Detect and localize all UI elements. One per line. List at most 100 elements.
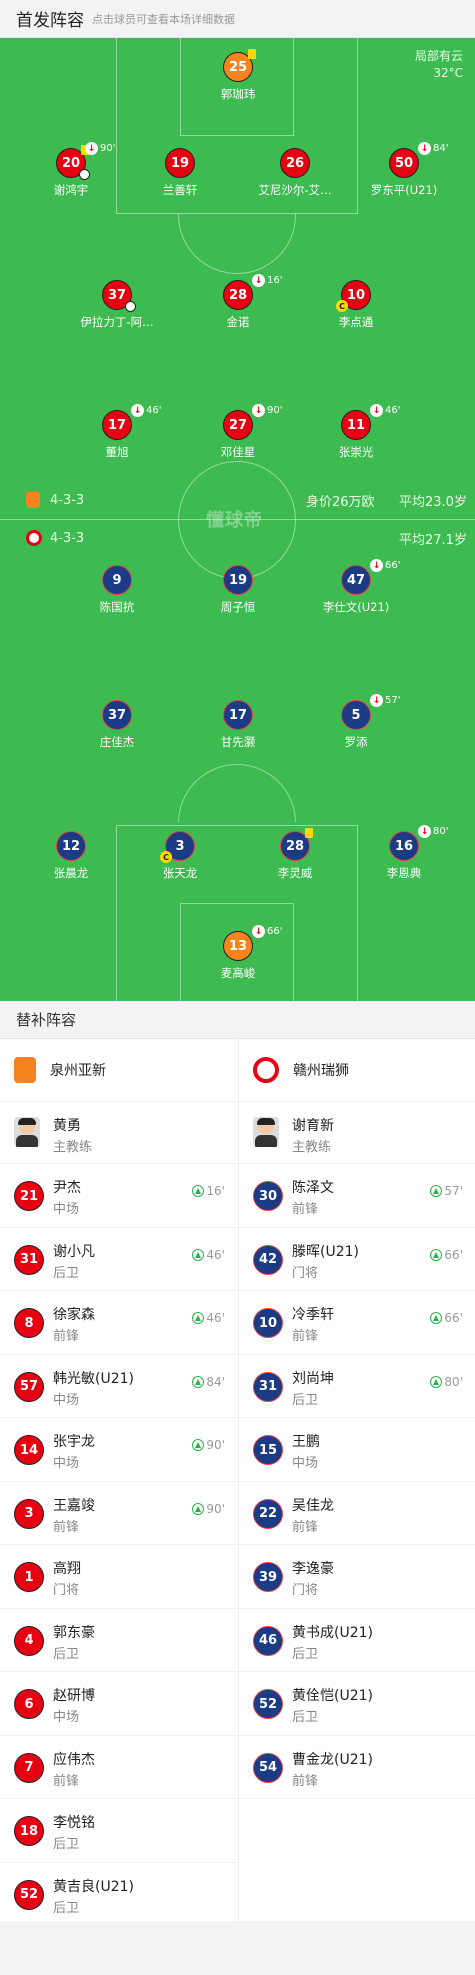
jersey-number: 9 <box>102 565 132 595</box>
sub-in-indicator: 84' <box>192 1375 225 1389</box>
home-bench-player-row[interactable]: 3 王嘉竣 前锋 90' <box>0 1482 237 1545</box>
home-player-4[interactable]: 50 ↓ 84' 罗东平(U21) <box>349 142 459 198</box>
away-player-10[interactable]: 13 ↓ 66' 麦高峻 <box>183 925 293 981</box>
away-crest-icon <box>253 1057 279 1083</box>
jersey-number: 17 <box>223 700 253 730</box>
bench-player-name: 曹金龙(U21) <box>292 1751 373 1768</box>
sub-out-time: 90' <box>100 143 116 154</box>
home-player-3[interactable]: 26 艾尼沙尔-艾… <box>240 148 350 198</box>
away-player-7[interactable]: 3 C 张天龙 <box>125 831 235 881</box>
home-bench-player-row[interactable]: 21 尹杰 中场 16' <box>0 1164 237 1228</box>
away-player-8[interactable]: 28 李灵威 <box>240 828 350 881</box>
away-bench-player-row[interactable]: 15 王鹏 中场 <box>239 1418 475 1482</box>
home-coach-name: 黄勇 <box>53 1118 81 1134</box>
home-player-7[interactable]: 10 C 李点通 <box>301 280 411 330</box>
away-player-2[interactable]: 47 ↓ 66' 李仕文(U21) <box>301 559 411 615</box>
yellow-card-icon <box>305 828 313 838</box>
away-bench-player-row[interactable]: 46 黄书成(U21) 后卫 <box>239 1609 475 1672</box>
yellow-card-icon <box>248 49 256 59</box>
away-player-4[interactable]: 17 甘先灏 <box>183 700 293 750</box>
home-bench-player-row[interactable]: 7 应伟杰 前锋 <box>0 1736 237 1799</box>
home-bench-player-row[interactable]: 57 韩光敏(U21) 中场 84' <box>0 1355 237 1418</box>
bench-player-name: 陈泽文 <box>292 1180 334 1196</box>
home-bench-team[interactable]: 泉州亚新 <box>0 1039 237 1102</box>
jersey-number: 50 <box>389 148 419 178</box>
away-bench-team-name: 赣州瑞狮 <box>293 1063 349 1079</box>
away-bench-player-row[interactable]: 54 曹金龙(U21) 前锋 <box>239 1736 475 1799</box>
bench-player-name: 张宇龙 <box>53 1434 95 1450</box>
jersey-number: 5 <box>341 700 371 730</box>
bench-jersey-number: 1 <box>14 1562 44 1592</box>
home-team-badge-icon <box>26 492 40 508</box>
player-name: 伊拉力丁-阿… <box>80 315 154 329</box>
away-player-9[interactable]: 16 ↓ 80' 李恩典 <box>349 825 459 881</box>
away-bench-player-row[interactable]: 39 李逸豪 门将 <box>239 1545 475 1609</box>
home-bench-player-row[interactable]: 31 谢小凡 后卫 46' <box>0 1228 237 1291</box>
home-player-9[interactable]: 27 ↓ 90' 邓佳星 <box>183 404 293 460</box>
player-name: 麦高峻 <box>220 966 256 980</box>
away-player-1[interactable]: 19 周子恒 <box>183 565 293 615</box>
bench-player-position: 前锋 <box>292 1202 319 1217</box>
home-bench-player-row[interactable]: 14 张宇龙 中场 90' <box>0 1418 237 1482</box>
away-player-3[interactable]: 37 庄佳杰 <box>62 700 172 750</box>
weather-info: 局部有云 32°C <box>415 48 463 82</box>
away-bench-player-row[interactable]: 52 黄佺恺(U21) 后卫 <box>239 1672 475 1736</box>
home-player-1[interactable]: 20 ↓ 90' 谢鸿宇 <box>16 142 126 198</box>
home-bench-player-row[interactable]: 52 黄吉良(U21) 后卫 <box>0 1863 237 1926</box>
away-bench-player-row[interactable]: 22 吴佳龙 前锋 <box>239 1482 475 1545</box>
sub-out-time: 66' <box>267 926 283 937</box>
away-bench-player-row[interactable]: 42 滕晖(U21) 门将 66' <box>239 1228 475 1291</box>
home-bench-player-row[interactable]: 6 赵研博 中场 <box>0 1672 237 1736</box>
home-crest-icon <box>14 1057 36 1083</box>
sub-in-time: 80' <box>444 1374 463 1389</box>
home-player-8[interactable]: 17 ↓ 46' 董旭 <box>62 404 172 460</box>
home-value: 身价26万欧 <box>306 494 375 510</box>
away-bench-player-row[interactable]: 30 陈泽文 前锋 57' <box>239 1164 475 1228</box>
bench-jersey-number: 31 <box>253 1371 283 1402</box>
bench-player-name: 李悦铭 <box>53 1815 95 1831</box>
home-player-0[interactable]: 25 郭珈玮 <box>183 49 293 102</box>
away-team-badge-icon <box>26 530 42 546</box>
bench-player-position: 中场 <box>53 1202 80 1217</box>
sub-in-time: 46' <box>206 1311 225 1325</box>
bench-jersey-number: 21 <box>14 1181 44 1211</box>
home-bench-team-name: 泉州亚新 <box>50 1063 106 1079</box>
bench-player-position: 门将 <box>53 1583 80 1598</box>
away-bench-player-row[interactable]: 10 冷季轩 前锋 66' <box>239 1291 475 1355</box>
bench-jersey-number: 22 <box>253 1498 283 1529</box>
home-bench-player-row[interactable]: 1 高翔门将 <box>0 1545 237 1609</box>
home-player-2[interactable]: 19 兰善轩 <box>125 148 235 198</box>
bench-jersey-number: 6 <box>14 1689 44 1719</box>
home-bench-player-row[interactable]: 4 郭东豪 后卫 <box>0 1609 237 1672</box>
home-player-10[interactable]: 11 ↓ 46' 张崇光 <box>301 404 411 460</box>
bench-player-name: 吴佳龙 <box>292 1497 334 1514</box>
jersey-number: 47 <box>341 565 371 595</box>
bench-player-name: 应伟杰 <box>53 1751 95 1768</box>
home-bench-player-row[interactable]: 18 李悦铭 后卫 <box>0 1799 237 1863</box>
home-player-5[interactable]: 37 伊拉力丁-阿… <box>62 280 172 330</box>
away-player-0[interactable]: 9 陈国抗 <box>62 565 172 615</box>
bench-player-position: 中场 <box>53 1392 80 1408</box>
home-bench-player-row[interactable]: 8 徐家森 前锋 46' <box>0 1291 237 1355</box>
away-player-6[interactable]: 12 张晨龙 <box>16 831 126 881</box>
bench-player-position: 前锋 <box>292 1773 319 1789</box>
sub-in-time: 66' <box>444 1311 463 1325</box>
bench-player-position: 前锋 <box>53 1329 80 1344</box>
away-player-5[interactable]: 5 ↓ 57' 罗添 <box>301 694 411 750</box>
home-player-6[interactable]: 28 ↓ 16' 金诺 <box>183 274 293 330</box>
bench-player-name: 王鹏 <box>292 1434 320 1450</box>
bench-player-name: 高翔 <box>53 1561 81 1577</box>
home-coach[interactable]: 黄勇 主教练 <box>0 1102 237 1164</box>
home-bench-list: 21 尹杰 中场 16' 31 谢小凡 后卫 46' 8 徐家森 前锋 46' 57 韩光敏(U21) 中场… <box>0 1164 237 1926</box>
away-coach[interactable]: 谢育新 主教练 <box>239 1102 475 1164</box>
home-team-row: 4-3-3 身价26万欧 平均23.0岁 <box>0 490 475 510</box>
bench-player-position: 后卫 <box>292 1710 319 1725</box>
away-bench-team[interactable]: 赣州瑞狮 <box>239 1039 475 1102</box>
bench-player-position: 前锋 <box>53 1519 80 1535</box>
away-bench-player-row[interactable]: 31 刘尚坤 后卫 80' <box>239 1355 475 1418</box>
bench-jersey-number: 57 <box>14 1371 44 1402</box>
bench-jersey-number: 31 <box>14 1244 44 1275</box>
bench-player-position: 后卫 <box>53 1837 80 1852</box>
jersey-number: 19 <box>223 565 253 595</box>
bench-jersey-number: 52 <box>253 1689 283 1719</box>
